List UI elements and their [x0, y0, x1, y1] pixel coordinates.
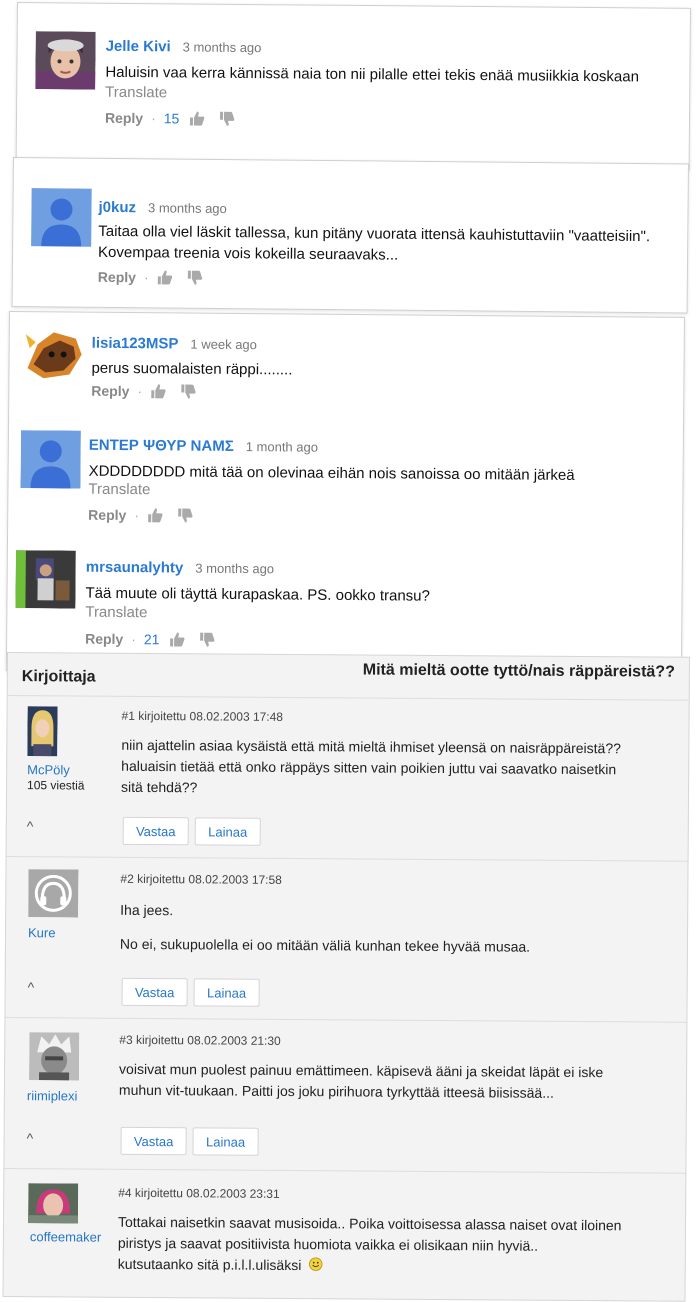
- comment-text-line-2: Kovempaa treenia vois kokeilla seuraavak…: [98, 243, 399, 264]
- default-avatar-icon[interactable]: [28, 869, 79, 918]
- comment-author[interactable]: ΕΝΤΕΡ ΨΘΥΡ ΝΑΜΣ 1 month ago: [89, 437, 318, 456]
- smiley-icon: [308, 1256, 322, 1277]
- thumbs-down-icon[interactable]: [199, 632, 215, 648]
- avatar[interactable]: [23, 324, 84, 383]
- thumbs-up-icon[interactable]: [189, 111, 205, 127]
- reply-button[interactable]: Reply: [85, 631, 123, 647]
- comment-text: Haluisin vaa kerra kännissä naia ton nii…: [105, 63, 640, 86]
- post-body-line-2: muhun vit-tuukaan. Paitti jos joku pirih…: [118, 1081, 554, 1101]
- post-author[interactable]: coffeemaker: [30, 1229, 101, 1244]
- comment-time: 1 week ago: [190, 336, 257, 353]
- scroll-top-caret[interactable]: ^: [27, 1130, 34, 1146]
- post-meta: #4 kirjoitettu 08.02.2003 23:31: [118, 1185, 280, 1201]
- separator-dot: ·: [134, 507, 140, 524]
- comment-card-1: Jelle Kivi 3 months ago Haluisin vaa kerr…: [15, 2, 691, 170]
- post-body-line-2: piristys ja saavat positiivista huomiota…: [117, 1234, 539, 1254]
- forum-post-3: riimiplexi #3 kirjoitettu 08.02.2003 21:…: [4, 1017, 687, 1174]
- comment-time: 3 months ago: [182, 39, 262, 56]
- quote-button[interactable]: Lainaa: [192, 1127, 259, 1156]
- forum-post-2: Kure #2 kirjoitettu 08.02.2003 17:58 Iha…: [5, 857, 688, 1023]
- translate-link[interactable]: Translate: [88, 481, 150, 499]
- comment-text: XDDDDDDDD mitä tää on olevinaa eihän noi…: [88, 462, 575, 484]
- comment-author[interactable]: lisia123MSP 1 week ago: [92, 335, 257, 353]
- comment-author[interactable]: mrsaunalyhty 3 months ago: [86, 559, 274, 578]
- post-body-line-1: Iha jees.: [120, 901, 174, 919]
- thumbs-down-icon[interactable]: [187, 270, 203, 286]
- thumbs-up-icon[interactable]: [150, 383, 166, 399]
- avatar[interactable]: [31, 188, 92, 247]
- avatar[interactable]: [35, 31, 96, 90]
- comment-card-3: lisia123MSP 1 week ago perus suomalaisten…: [5, 311, 685, 677]
- separator-dot: ·: [137, 383, 143, 400]
- post-count: 105 viestiä: [27, 778, 85, 793]
- comment-actions: Reply ·: [88, 507, 207, 524]
- post-body-line-3: kutsutaanko sitä p.i.l.l.ulisäksi: [118, 1254, 323, 1277]
- comment-actions: Reply · 15: [105, 110, 250, 127]
- scroll-top-caret[interactable]: ^: [27, 818, 34, 834]
- thumbs-down-icon[interactable]: [180, 383, 196, 399]
- separator-dot: ·: [151, 110, 156, 127]
- comment-author[interactable]: j0kuz 3 months ago: [98, 199, 226, 217]
- comment-text: perus suomalaisten räppi........: [91, 359, 293, 379]
- reply-button[interactable]: Reply: [88, 507, 126, 523]
- post-meta: #3 kirjoitettu 08.02.2003 21:30: [119, 1032, 281, 1048]
- thumbs-up-icon[interactable]: [157, 269, 173, 285]
- forum-post-4: coffeemaker #4 kirjoitettu 08.02.2003 23…: [3, 1169, 685, 1302]
- comment-time: 3 months ago: [195, 560, 275, 577]
- quote-button[interactable]: Lainaa: [193, 978, 260, 1007]
- post-meta: #2 kirjoitettu 08.02.2003 17:58: [120, 871, 282, 887]
- scroll-top-caret[interactable]: ^: [28, 979, 35, 995]
- reply-button[interactable]: Reply: [98, 269, 136, 285]
- post-body-line-2: No ei, sukupuolella ei oo mitään väliä k…: [119, 935, 531, 955]
- avatar[interactable]: [29, 1032, 80, 1081]
- quote-button[interactable]: Lainaa: [194, 817, 261, 846]
- translate-link[interactable]: Translate: [105, 84, 167, 102]
- post-author[interactable]: Kure: [28, 925, 56, 940]
- like-count: 15: [163, 110, 180, 127]
- thread-title: Mitä mieltä ootte tyttö/nais räppäreistä…: [362, 661, 675, 681]
- reply-button[interactable]: Reply: [105, 110, 143, 126]
- forum-post-1: McPöly 105 viestiä #1 kirjoitettu 08.02.…: [6, 696, 689, 862]
- avatar[interactable]: [27, 706, 58, 757]
- forum-thread: Kirjoittaja Mitä mieltä ootte tyttö/nais…: [2, 652, 690, 1302]
- author-column-header: Kirjoittaja: [21, 668, 96, 686]
- post-body-text: kutsutaanko sitä p.i.l.l.ulisäksi: [117, 1255, 302, 1274]
- comment-author[interactable]: Jelle Kivi 3 months ago: [106, 38, 262, 56]
- comment-actions: Reply ·: [91, 383, 210, 400]
- thumbs-up-icon[interactable]: [147, 507, 163, 523]
- default-user-icon: [31, 188, 92, 247]
- translate-link[interactable]: Translate: [85, 604, 147, 622]
- thumbs-down-icon[interactable]: [177, 507, 193, 523]
- like-count: 21: [143, 631, 160, 648]
- reply-button[interactable]: Vastaa: [121, 977, 188, 1007]
- comment-time: 3 months ago: [147, 200, 227, 217]
- comment-actions: Reply ·: [98, 269, 217, 286]
- separator-dot: ·: [143, 269, 149, 286]
- comment-time: 1 month ago: [245, 439, 319, 455]
- reply-button[interactable]: Vastaa: [120, 1126, 187, 1156]
- avatar[interactable]: [20, 430, 81, 489]
- avatar[interactable]: [28, 1183, 79, 1231]
- comment-card-2: j0kuz 3 months ago Taitaa olla viel läski…: [11, 157, 689, 314]
- avatar[interactable]: [15, 550, 76, 609]
- post-author[interactable]: riimiplexi: [27, 1088, 78, 1103]
- forum-header: Kirjoittaja Mitä mieltä ootte tyttö/nais…: [7, 653, 689, 701]
- separator-dot: ·: [131, 631, 137, 648]
- default-user-icon: [20, 430, 81, 489]
- thumbs-down-icon[interactable]: [219, 111, 235, 127]
- thumbs-up-icon[interactable]: [169, 631, 185, 647]
- post-body-line-3: sitä tehdä??: [121, 778, 198, 796]
- comment-actions: Reply · 21: [85, 631, 230, 648]
- post-author[interactable]: McPöly: [27, 762, 70, 777]
- reply-button[interactable]: Reply: [91, 383, 129, 399]
- reply-button[interactable]: Vastaa: [122, 816, 189, 846]
- post-meta: #1 kirjoitettu 08.02.2003 17:48: [121, 708, 284, 724]
